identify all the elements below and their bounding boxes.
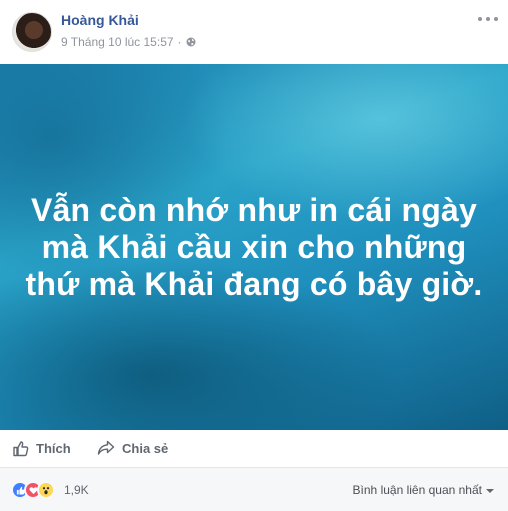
comment-sort-label: Bình luận liên quan nhất	[352, 483, 482, 497]
share-arrow-icon	[97, 440, 115, 455]
share-label: Chia sẻ	[122, 440, 169, 456]
post-header: Hoàng Khải 9 Tháng 10 lúc 15:57 ·	[0, 0, 508, 64]
more-options-button[interactable]	[478, 12, 498, 26]
post-text: Vẫn còn nhớ như in cái ngày mà Khải cầu …	[20, 192, 488, 303]
globe-icon[interactable]	[186, 37, 196, 47]
author-name[interactable]: Hoàng Khải	[61, 12, 139, 28]
post-text-line: thứ mà Khải đang có bây giờ.	[25, 266, 483, 302]
post-text-line: Vẫn còn nhớ như in cái ngày	[30, 192, 478, 228]
wow-icon	[37, 481, 55, 499]
reaction-icons[interactable]	[11, 481, 55, 499]
thumbs-up-icon	[13, 441, 29, 457]
post-text-line: mà Khải cầu xin cho những	[41, 229, 467, 265]
action-bar: Thích Chia sẻ	[0, 430, 508, 468]
like-label: Thích	[36, 441, 71, 456]
share-button[interactable]: Chia sẻ	[97, 440, 168, 456]
dot-icon	[478, 17, 482, 21]
comment-sort-dropdown[interactable]: Bình luận liên quan nhất	[353, 483, 494, 497]
post-meta: 9 Tháng 10 lúc 15:57 ·	[61, 35, 196, 49]
reaction-count[interactable]: 1,9K	[64, 483, 89, 497]
avatar[interactable]	[12, 12, 52, 52]
like-button[interactable]: Thích	[12, 440, 71, 457]
reactions-bar: 1,9K Bình luận liên quan nhất	[0, 468, 508, 511]
timestamp[interactable]: 9 Tháng 10 lúc 15:57	[61, 35, 174, 49]
post-background-image[interactable]: Vẫn còn nhớ như in cái ngày mà Khải cầu …	[0, 64, 508, 430]
caret-down-icon	[486, 489, 494, 493]
dot-icon	[486, 17, 490, 21]
dot-icon	[494, 17, 498, 21]
